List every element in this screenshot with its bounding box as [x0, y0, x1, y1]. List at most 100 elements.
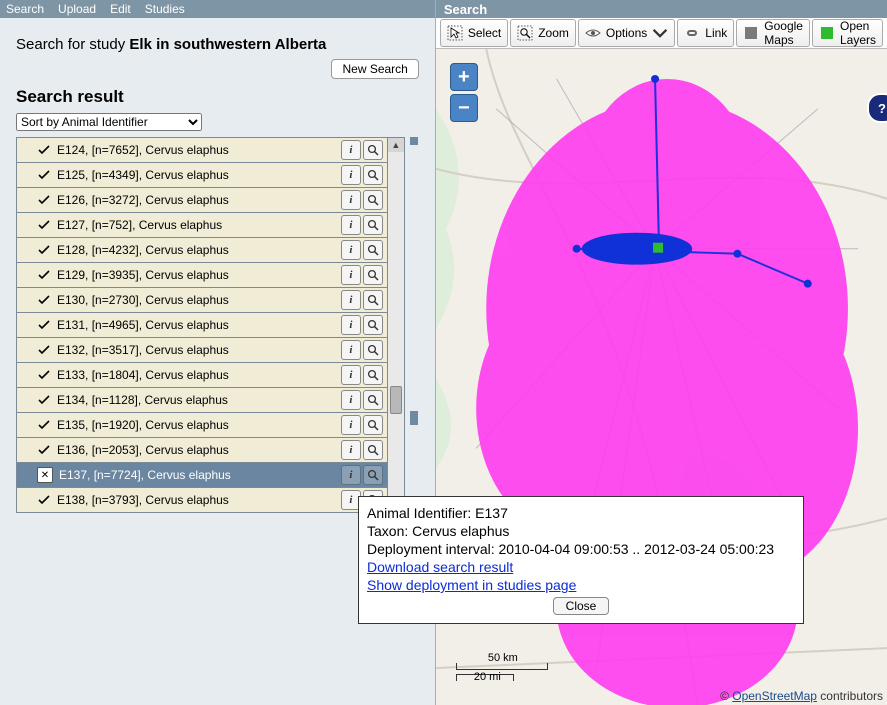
result-row[interactable]: E131, [n=4965], Cervus elaphusi — [17, 313, 387, 338]
zoom-to-button[interactable] — [363, 215, 383, 235]
row-label: E128, [n=4232], Cervus elaphus — [57, 243, 341, 257]
result-row[interactable]: E130, [n=2730], Cervus elaphusi — [17, 288, 387, 313]
result-row[interactable]: E135, [n=1920], Cervus elaphusi — [17, 413, 387, 438]
zoom-to-button[interactable] — [363, 415, 383, 435]
row-label: E131, [n=4965], Cervus elaphus — [57, 318, 341, 332]
study-name: Elk in southwestern Alberta — [129, 36, 326, 53]
result-row[interactable]: E129, [n=3935], Cervus elaphusi — [17, 263, 387, 288]
info-button[interactable]: i — [341, 165, 361, 185]
open-layers-button[interactable]: Open Layers — [812, 19, 883, 47]
check-icon[interactable] — [37, 243, 51, 257]
show-deployment-link[interactable]: Show deployment in studies page — [367, 577, 576, 593]
scroll-thumb[interactable] — [390, 386, 402, 414]
options-button[interactable]: Options — [578, 19, 675, 47]
select-label: Select — [468, 26, 501, 40]
info-button[interactable]: i — [341, 340, 361, 360]
row-label: E132, [n=3517], Cervus elaphus — [57, 343, 341, 357]
osm-link[interactable]: OpenStreetMap — [732, 689, 817, 703]
zoom-to-button[interactable] — [363, 365, 383, 385]
check-icon[interactable] — [37, 293, 51, 307]
zoom-to-button[interactable] — [363, 165, 383, 185]
check-icon[interactable]: ✕ — [37, 467, 53, 483]
zoom-to-button[interactable] — [363, 315, 383, 335]
popup-id-value: E137 — [475, 505, 508, 521]
zoom-to-button[interactable] — [363, 390, 383, 410]
check-icon[interactable] — [37, 193, 51, 207]
new-search-button[interactable]: New Search — [331, 59, 418, 79]
overview-strip[interactable] — [409, 137, 419, 513]
menu-studies[interactable]: Studies — [145, 2, 185, 16]
zoom-to-button[interactable] — [363, 265, 383, 285]
result-scrollbar[interactable]: ▲ — [388, 137, 405, 513]
result-row[interactable]: E124, [n=7652], Cervus elaphusi — [17, 138, 387, 163]
info-button[interactable]: i — [341, 290, 361, 310]
zoom-out-button[interactable]: − — [450, 94, 478, 122]
download-link[interactable]: Download search result — [367, 559, 513, 575]
result-row[interactable]: E134, [n=1128], Cervus elaphusi — [17, 388, 387, 413]
zoom-to-button[interactable] — [363, 240, 383, 260]
check-icon[interactable] — [37, 493, 51, 507]
zoom-in-button[interactable]: + — [450, 63, 478, 91]
info-button[interactable]: i — [341, 440, 361, 460]
sort-select[interactable]: Sort by Animal Identifier — [16, 113, 202, 131]
cursor-icon — [447, 25, 463, 41]
popup-taxon-label: Taxon: — [367, 523, 412, 539]
menu-edit[interactable]: Edit — [110, 2, 131, 16]
zoom-to-button[interactable] — [363, 465, 383, 485]
info-button[interactable]: i — [341, 215, 361, 235]
check-icon[interactable] — [37, 318, 51, 332]
result-row[interactable]: E127, [n=752], Cervus elaphusi — [17, 213, 387, 238]
info-button[interactable]: i — [341, 265, 361, 285]
info-button[interactable]: i — [341, 465, 361, 485]
popup-close-button[interactable]: Close — [553, 597, 610, 615]
zoom-to-button[interactable] — [363, 340, 383, 360]
result-row[interactable]: E125, [n=4349], Cervus elaphusi — [17, 163, 387, 188]
info-button[interactable]: i — [341, 140, 361, 160]
zoom-to-button[interactable] — [363, 140, 383, 160]
detail-popup: Animal Identifier: E137 Taxon: Cervus el… — [358, 496, 804, 624]
row-label: E127, [n=752], Cervus elaphus — [57, 218, 341, 232]
info-button[interactable]: i — [341, 415, 361, 435]
menu-upload[interactable]: Upload — [58, 2, 96, 16]
scroll-up-button[interactable]: ▲ — [388, 138, 404, 152]
row-label: E130, [n=2730], Cervus elaphus — [57, 293, 341, 307]
result-row[interactable]: E132, [n=3517], Cervus elaphusi — [17, 338, 387, 363]
info-button[interactable]: i — [341, 390, 361, 410]
zoom-to-button[interactable] — [363, 290, 383, 310]
row-label: E137, [n=7724], Cervus elaphus — [59, 468, 341, 482]
right-panel-title: Search — [436, 0, 887, 18]
help-button[interactable]: ? — [867, 93, 887, 123]
zoom-to-button[interactable] — [363, 440, 383, 460]
menu-search[interactable]: Search — [6, 2, 44, 16]
check-icon[interactable] — [37, 218, 51, 232]
check-icon[interactable] — [37, 443, 51, 457]
zoom-label: Zoom — [538, 26, 569, 40]
select-tool-button[interactable]: Select — [440, 19, 508, 47]
result-row[interactable]: E126, [n=3272], Cervus elaphusi — [17, 188, 387, 213]
options-label: Options — [606, 26, 647, 40]
check-icon[interactable] — [37, 143, 51, 157]
check-icon[interactable] — [37, 368, 51, 382]
check-icon[interactable] — [37, 393, 51, 407]
result-row[interactable]: E136, [n=2053], Cervus elaphusi — [17, 438, 387, 463]
zoom-to-button[interactable] — [363, 190, 383, 210]
open-label: Open Layers — [840, 19, 876, 47]
result-row[interactable]: ✕ E137, [n=7724], Cervus elaphusi — [17, 463, 387, 488]
google-maps-button[interactable]: Google Maps — [736, 19, 810, 47]
check-icon[interactable] — [37, 343, 51, 357]
row-label: E125, [n=4349], Cervus elaphus — [57, 168, 341, 182]
check-icon[interactable] — [37, 418, 51, 432]
result-row[interactable]: E138, [n=3793], Cervus elaphusi — [17, 488, 387, 512]
link-button[interactable]: Link — [677, 19, 734, 47]
info-button[interactable]: i — [341, 190, 361, 210]
result-row[interactable]: E133, [n=1804], Cervus elaphusi — [17, 363, 387, 388]
info-button[interactable]: i — [341, 365, 361, 385]
result-row[interactable]: E128, [n=4232], Cervus elaphusi — [17, 238, 387, 263]
check-icon[interactable] — [37, 168, 51, 182]
search-header: Search for study Elk in southwestern Alb… — [0, 18, 435, 59]
info-button[interactable]: i — [341, 240, 361, 260]
zoom-box-icon — [517, 25, 533, 41]
zoom-tool-button[interactable]: Zoom — [510, 19, 576, 47]
info-button[interactable]: i — [341, 315, 361, 335]
check-icon[interactable] — [37, 268, 51, 282]
